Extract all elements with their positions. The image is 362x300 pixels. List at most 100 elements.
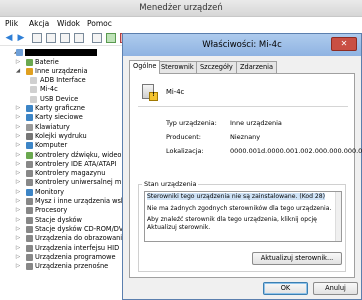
tab-driver[interactable]: Sterownik	[157, 61, 198, 73]
device-status-text[interactable]: Sterowniki tego urządzenia nie są zainst…	[144, 191, 342, 242]
tree-item[interactable]: ADB Interface	[0, 76, 130, 85]
expand-arrow-icon[interactable]: ▷	[15, 169, 21, 178]
expand-arrow-icon[interactable]: ▷	[15, 188, 21, 197]
help-icon[interactable]	[60, 33, 70, 43]
tree-item[interactable]: ▷ Urządzenia interfejsu HID	[0, 244, 130, 253]
close-button[interactable]: ✕	[331, 37, 357, 51]
tree-item-label: Kontrolery uniwersalnej m	[35, 178, 122, 187]
tree-root[interactable]: ◢	[0, 48, 130, 57]
status-line-no-drivers: Nie ma żadnych zgodnych sterowników dla …	[147, 204, 332, 212]
tree-item-label: Urządzenia do obrazowania	[35, 234, 127, 243]
tree-item[interactable]: ▷ Mysz i inne urządzenia wsk	[0, 197, 130, 206]
tree-item[interactable]: ▷ Stacje dysków CD-ROM/DV	[0, 225, 130, 234]
tree-item[interactable]: ▷ Urządzenia do obrazowania	[0, 234, 130, 243]
tree-item-label: Urządzenia interfejsu HID	[35, 243, 120, 252]
expand-arrow-icon[interactable]: ▷	[15, 151, 21, 160]
dialog-titlebar[interactable]: Właściwości: Mi-4c ✕	[123, 34, 361, 56]
tree-item-label: Procesory	[35, 206, 68, 215]
tree-item[interactable]: ▷ Komputer	[0, 141, 130, 150]
device-category-icon	[26, 235, 33, 243]
expand-arrow-icon[interactable]: ▷	[15, 216, 21, 225]
expand-arrow-icon[interactable]: ▷	[15, 262, 21, 271]
back-arrow-icon[interactable]: ◀	[4, 33, 14, 43]
device-category-icon	[26, 263, 33, 271]
expand-arrow-icon[interactable]: ▷	[15, 123, 21, 132]
tree-item[interactable]: ▷ Klawiatury	[0, 123, 130, 132]
update-driver-button[interactable]: Aktualizuj sterownik...	[252, 252, 342, 265]
properties-icon[interactable]	[32, 33, 42, 43]
menu-plik[interactable]: Plik	[5, 19, 18, 28]
menu-pomoc[interactable]: Pomoc	[87, 19, 112, 28]
device-category-icon	[26, 67, 33, 75]
tree-item-label: USB Device	[40, 94, 79, 103]
expand-arrow-icon[interactable]: ▷	[15, 225, 21, 234]
tree-item[interactable]: ▷ Kontrolery magazynu	[0, 169, 130, 178]
tree-item[interactable]: ▷ Karty sieciowe	[0, 113, 130, 122]
tree-item[interactable]: ▷ Kontrolery uniwersalnej m	[0, 178, 130, 187]
tree-item-label: Inne urządzenia	[35, 66, 88, 75]
tree-item[interactable]: ▷ Kontrolery IDE ATA/ATAPI	[0, 160, 130, 169]
view-icon[interactable]	[74, 33, 84, 43]
tree-item-label: Mi-4c	[40, 85, 58, 94]
tree-item[interactable]: USB Device	[0, 95, 130, 104]
expand-arrow-icon[interactable]: ▷	[15, 206, 21, 215]
expand-arrow-icon[interactable]: ▷	[15, 253, 21, 262]
expand-arrow-icon[interactable]: ▷	[15, 244, 21, 253]
tree-item[interactable]: ▷ Kontrolery dźwięku, wideo	[0, 151, 130, 160]
device-category-icon	[26, 160, 33, 168]
tree-item[interactable]: ◢ Inne urządzenia	[0, 67, 130, 76]
menu-bar: Plik Akcja Widok Pomoc	[0, 17, 362, 31]
tree-item-label: Urządzenia programowe	[35, 252, 116, 261]
tree-item-label: Stacje dysków CD-ROM/DV	[35, 224, 124, 233]
expand-arrow-icon[interactable]: ▷	[15, 104, 21, 113]
collapse-arrow-icon[interactable]: ◢	[15, 67, 21, 76]
tree-item-label: Karty sieciowe	[35, 113, 83, 122]
general-tab-panel: Mi-4c Typ urządzenia: Inne urządzenia Pr…	[129, 73, 362, 278]
tree-item-label: Monitory	[35, 187, 64, 196]
expand-arrow-icon[interactable]: ▷	[15, 160, 21, 169]
device-category-icon	[30, 77, 37, 85]
update-driver-icon[interactable]	[106, 33, 116, 43]
expand-arrow-icon[interactable]: ▷	[15, 141, 21, 150]
menu-akcja[interactable]: Akcja	[29, 19, 49, 28]
tree-item[interactable]: ▷ Procesory	[0, 206, 130, 215]
tab-events[interactable]: Zdarzenia	[236, 61, 278, 73]
scan-hardware-icon[interactable]	[92, 33, 102, 43]
expand-arrow-icon[interactable]: ▷	[15, 178, 21, 187]
expand-arrow-icon[interactable]: ▷	[15, 132, 21, 141]
device-type-label: Typ urządzenia:	[166, 119, 217, 127]
device-category-icon	[26, 207, 33, 215]
show-hidden-icon[interactable]	[46, 33, 56, 43]
computer-icon	[16, 49, 23, 56]
expand-arrow-icon[interactable]: ▷	[15, 113, 21, 122]
tree-item[interactable]: ▷ Karty graficzne	[0, 104, 130, 113]
manufacturer-label: Producent:	[166, 133, 201, 141]
tree-item-label: Urządzenia przenośne	[35, 262, 109, 271]
forward-arrow-icon[interactable]: ▶	[16, 33, 26, 43]
device-tree: ◢ ▷Baterie◢Inne urządzeniaADB InterfaceM…	[0, 47, 130, 300]
expand-arrow-icon[interactable]: ▷	[15, 58, 21, 67]
device-category-icon	[26, 105, 33, 112]
cancel-button[interactable]: Anuluj	[313, 282, 358, 295]
ok-button[interactable]: OK	[263, 282, 308, 295]
tab-details[interactable]: Szczegóły	[196, 61, 237, 73]
status-scrollbar[interactable]	[335, 192, 341, 241]
tree-item[interactable]: ▷ Urządzenia przenośne	[0, 262, 130, 271]
tree-item-label: Komputer	[35, 141, 68, 150]
device-category-icon	[26, 244, 33, 252]
device-manager-titlebar[interactable]: Menedżer urządzeń	[0, 0, 362, 17]
tree-item[interactable]: ▷ Monitory	[0, 188, 130, 197]
tree-item[interactable]: Mi-4c	[0, 85, 130, 94]
menu-widok[interactable]: Widok	[57, 19, 80, 28]
tree-item[interactable]: ▷ Kolejki wydruku	[0, 132, 130, 141]
tree-item[interactable]: ▷ Stacje dysków	[0, 216, 130, 225]
tree-item[interactable]: ▷ Baterie	[0, 58, 130, 67]
expand-arrow-icon[interactable]: ▷	[15, 234, 21, 243]
properties-dialog: Właściwości: Mi-4c ✕ Ogólne Sterownik Sz…	[122, 33, 362, 300]
status-line-code: Sterowniki tego urządzenia nie są zainst…	[147, 193, 326, 200]
device-name: Mi-4c	[166, 88, 185, 96]
tree-item[interactable]: ▷ Urządzenia programowe	[0, 253, 130, 262]
device-category-icon	[26, 142, 33, 150]
expand-arrow-icon[interactable]: ▷	[15, 197, 21, 206]
tab-general[interactable]: Ogólne	[129, 60, 161, 74]
